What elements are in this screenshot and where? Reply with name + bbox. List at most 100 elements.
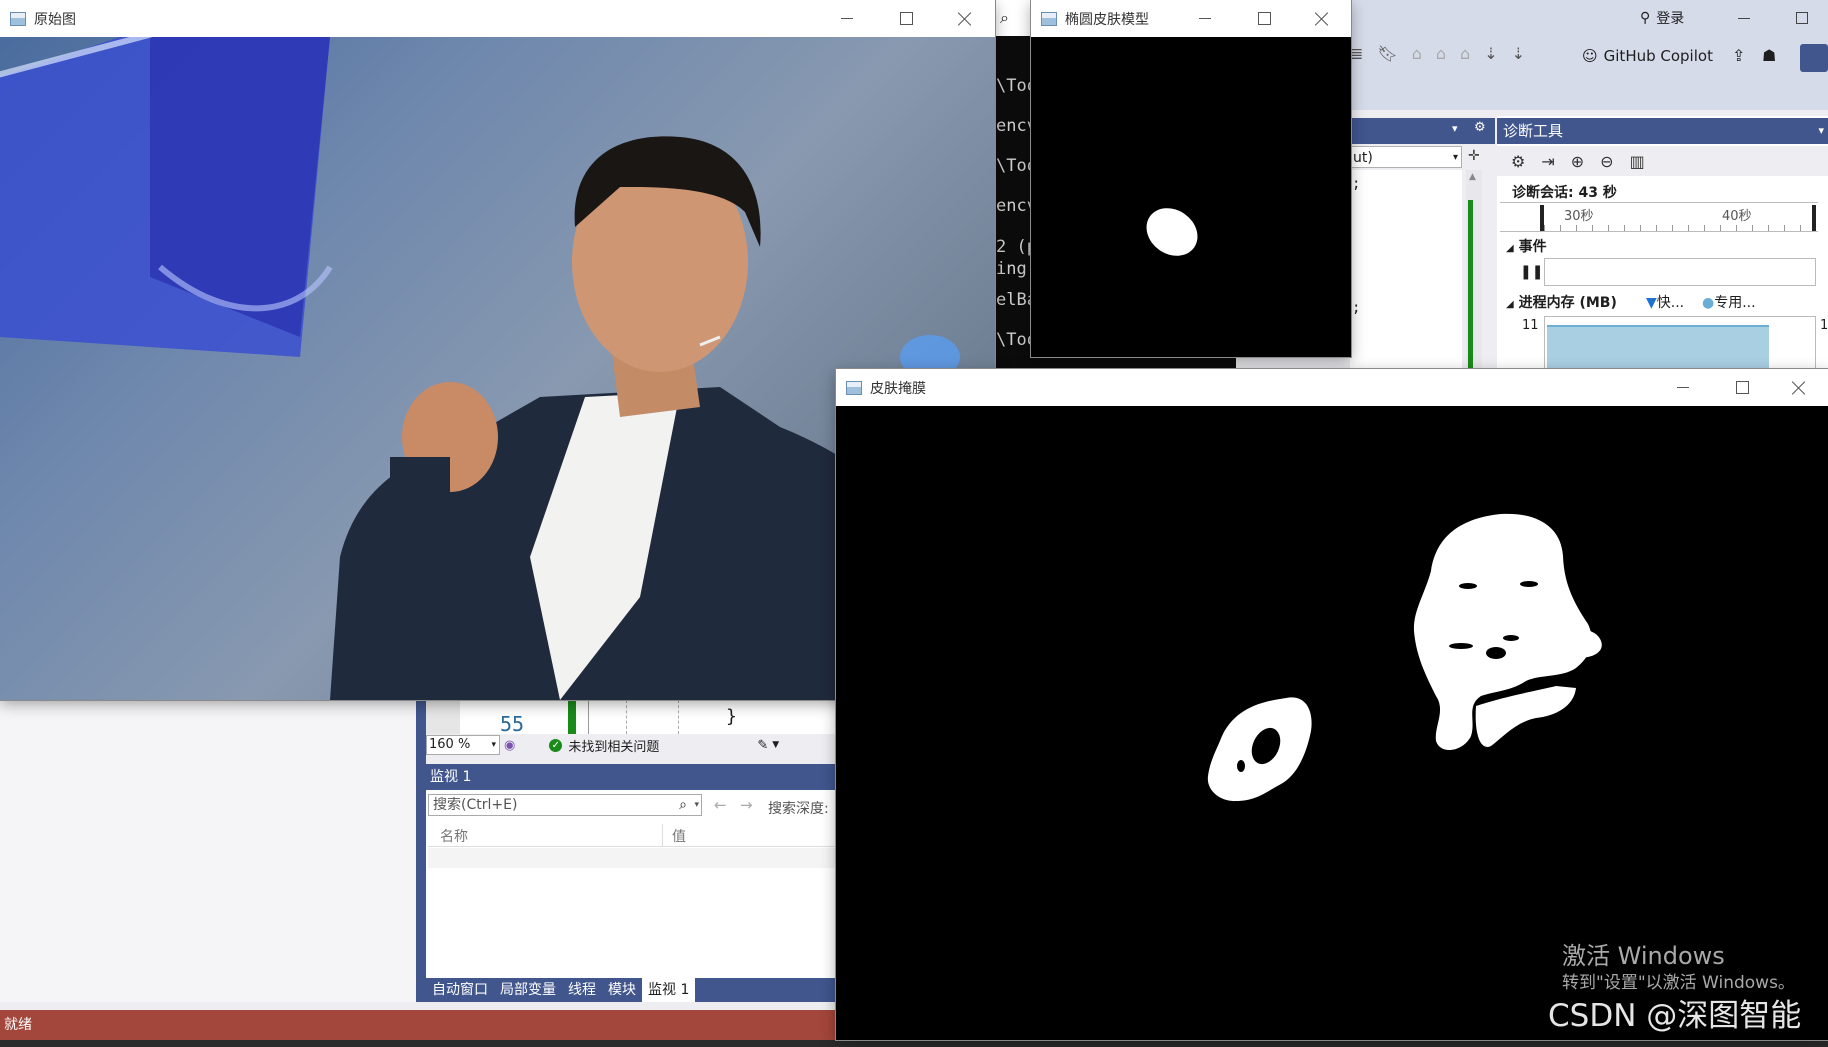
neck-mask-blob [1475, 686, 1576, 747]
mask-titlebar[interactable]: 皮肤掩膜 [836, 369, 1828, 406]
memory-right-value: 1 [1820, 318, 1828, 333]
tab-autos[interactable]: 自动窗口 [426, 978, 494, 1002]
ellipse-canvas [1031, 37, 1351, 357]
column-name[interactable]: 名称 [440, 826, 468, 846]
column-value[interactable]: 值 [672, 826, 686, 846]
minimize-icon [1199, 18, 1211, 19]
minimize-button[interactable] [818, 0, 876, 37]
line-number-gutter [426, 700, 460, 734]
triangle-down-icon: ▼ [1646, 295, 1657, 311]
scroll-indicator [1468, 200, 1473, 370]
brush-dropdown-icon[interactable]: ▼ [772, 740, 779, 750]
chart-icon[interactable]: ▥ [1630, 152, 1645, 171]
ellipse-skin-model-window: 椭圆皮肤模型 [1031, 0, 1351, 357]
ellipse-titlebar[interactable]: 椭圆皮肤模型 [1031, 0, 1351, 37]
diag-export-icon[interactable]: ⇥ [1541, 152, 1554, 171]
minimize-icon [841, 18, 853, 19]
status-text: 就绪 [4, 1017, 32, 1033]
close-icon [958, 12, 972, 26]
app-icon [846, 380, 862, 395]
bookmark-clear-icon[interactable]: ⌂ [1460, 44, 1470, 63]
tab-modules[interactable]: 模块 [602, 978, 642, 1002]
search-icon[interactable]: ⌕ [1000, 8, 1009, 28]
diag-header: 诊断工具 ▾ [1497, 118, 1828, 144]
maximize-icon [1257, 12, 1271, 25]
watch-body [426, 790, 836, 978]
bookmark-next-icon[interactable]: ⌂ [1436, 44, 1446, 63]
issues-status[interactable]: 未找到相关问题 [568, 736, 659, 755]
memory-graph [1544, 316, 1816, 379]
preview-badge[interactable] [1800, 44, 1828, 72]
copilot-icon: ☺ [1582, 47, 1598, 65]
close-button[interactable] [1770, 369, 1828, 406]
scroll-up-icon[interactable]: ▲ [1469, 172, 1476, 182]
back-arrow-icon[interactable]: ← [714, 796, 727, 814]
diag-settings-icon[interactable]: ⚙ [1511, 152, 1525, 171]
panel-splitter[interactable] [416, 700, 426, 1002]
intellicode-icon[interactable]: ◉ [504, 738, 515, 753]
original-titlebar[interactable]: 原始图 [0, 0, 995, 37]
more-icon[interactable]: ⇣ [1512, 44, 1525, 63]
bookmark-prev-icon[interactable]: ⌂ [1412, 44, 1422, 63]
vs-minimize-button[interactable] [1738, 18, 1750, 19]
panel-settings-icon[interactable]: ⚙ [1474, 120, 1486, 135]
tab-locals[interactable]: 局部变量 [494, 978, 562, 1002]
vs-status-bar: 就绪 [0, 1010, 836, 1040]
watch-search-input[interactable]: 搜索(Ctrl+E) ⌕ ▾ [428, 794, 702, 816]
vs-restore-button[interactable] [1796, 12, 1808, 24]
collapse-icon: ◢ [1506, 299, 1514, 310]
app-icon [10, 11, 26, 26]
events-section-header[interactable]: ◢ 事件 [1506, 236, 1547, 256]
output-scrollbar[interactable]: ▲ [1466, 170, 1482, 370]
close-button[interactable] [936, 0, 994, 37]
tab-watch1[interactable]: 监视 1 [642, 978, 696, 1002]
maximize-button[interactable] [877, 0, 935, 37]
minimize-button[interactable] [1654, 369, 1712, 406]
diag-session-label: 诊断会话: 43 秒 [1512, 185, 1617, 201]
zoom-arrow-icon: ▾ [491, 740, 496, 750]
login-button[interactable]: ⚲ 登录 [1640, 6, 1684, 30]
timeline-tick-40: 40秒 [1722, 209, 1752, 224]
minimize-icon [1677, 387, 1689, 388]
maximize-button[interactable] [1713, 369, 1771, 406]
output-source-combo[interactable]: ut) ▾ [1350, 146, 1462, 168]
output-text-area: ; ; [1350, 170, 1462, 370]
check-icon: ✓ [549, 738, 563, 752]
close-icon [1792, 381, 1806, 395]
share-icon[interactable]: ⇪ [1732, 46, 1745, 65]
panel-dropdown-icon[interactable]: ▾ [1452, 122, 1458, 135]
close-icon [1315, 12, 1329, 26]
diag-dropdown-icon[interactable]: ▾ [1818, 118, 1824, 144]
maximize-button[interactable] [1235, 0, 1293, 37]
bookmark-icon[interactable]: 🔖︎ [1377, 44, 1397, 63]
minimize-button[interactable] [1176, 0, 1234, 37]
pause-icon[interactable]: ❚❚ [1520, 264, 1543, 280]
tab-threads[interactable]: 线程 [562, 978, 602, 1002]
list-icon[interactable]: ≣ [1350, 44, 1363, 63]
forward-arrow-icon[interactable]: → [740, 796, 753, 814]
ellipse-svg [1146, 208, 1198, 256]
zoom-combo[interactable]: 160 % ▾ [426, 735, 500, 755]
memory-left-value: 11 [1522, 318, 1539, 333]
search-dropdown-icon[interactable]: ▾ [694, 795, 699, 815]
diag-timeline[interactable]: 30秒 40秒 [1500, 202, 1818, 232]
window-title: 原始图 [34, 11, 76, 28]
feedback-icon[interactable]: ☗ [1762, 46, 1776, 65]
zoom-in-icon[interactable]: ⊕ [1571, 152, 1584, 171]
watch-empty-row[interactable] [428, 848, 836, 868]
close-button[interactable] [1293, 0, 1351, 37]
expand-icon[interactable]: ✛ [1468, 148, 1480, 164]
bookmark-toolbar: ≣ 🔖︎ ⌂ ⌂ ⌂ ⇣ ⇣ [1350, 44, 1525, 63]
dropdown-icon[interactable]: ⇣ [1484, 44, 1497, 63]
search-icon[interactable]: ⌕ [679, 795, 687, 815]
diag-toolbar: ⚙ ⇥ ⊕ ⊖ ▥ [1497, 146, 1828, 176]
events-track [1544, 258, 1816, 286]
watch-column-headers: 名称 值 [428, 824, 836, 847]
brush-icon[interactable]: ✎ [757, 738, 768, 753]
watch-header: 监视 1 [426, 764, 836, 790]
legend-fast: ▼快... [1646, 295, 1685, 311]
window-title: 皮肤掩膜 [870, 380, 926, 397]
memory-section-header[interactable]: ◢ 进程内存 (MB) [1506, 292, 1617, 312]
copilot-button[interactable]: ☺ GitHub Copilot [1582, 44, 1713, 68]
zoom-out-icon[interactable]: ⊖ [1600, 152, 1613, 171]
